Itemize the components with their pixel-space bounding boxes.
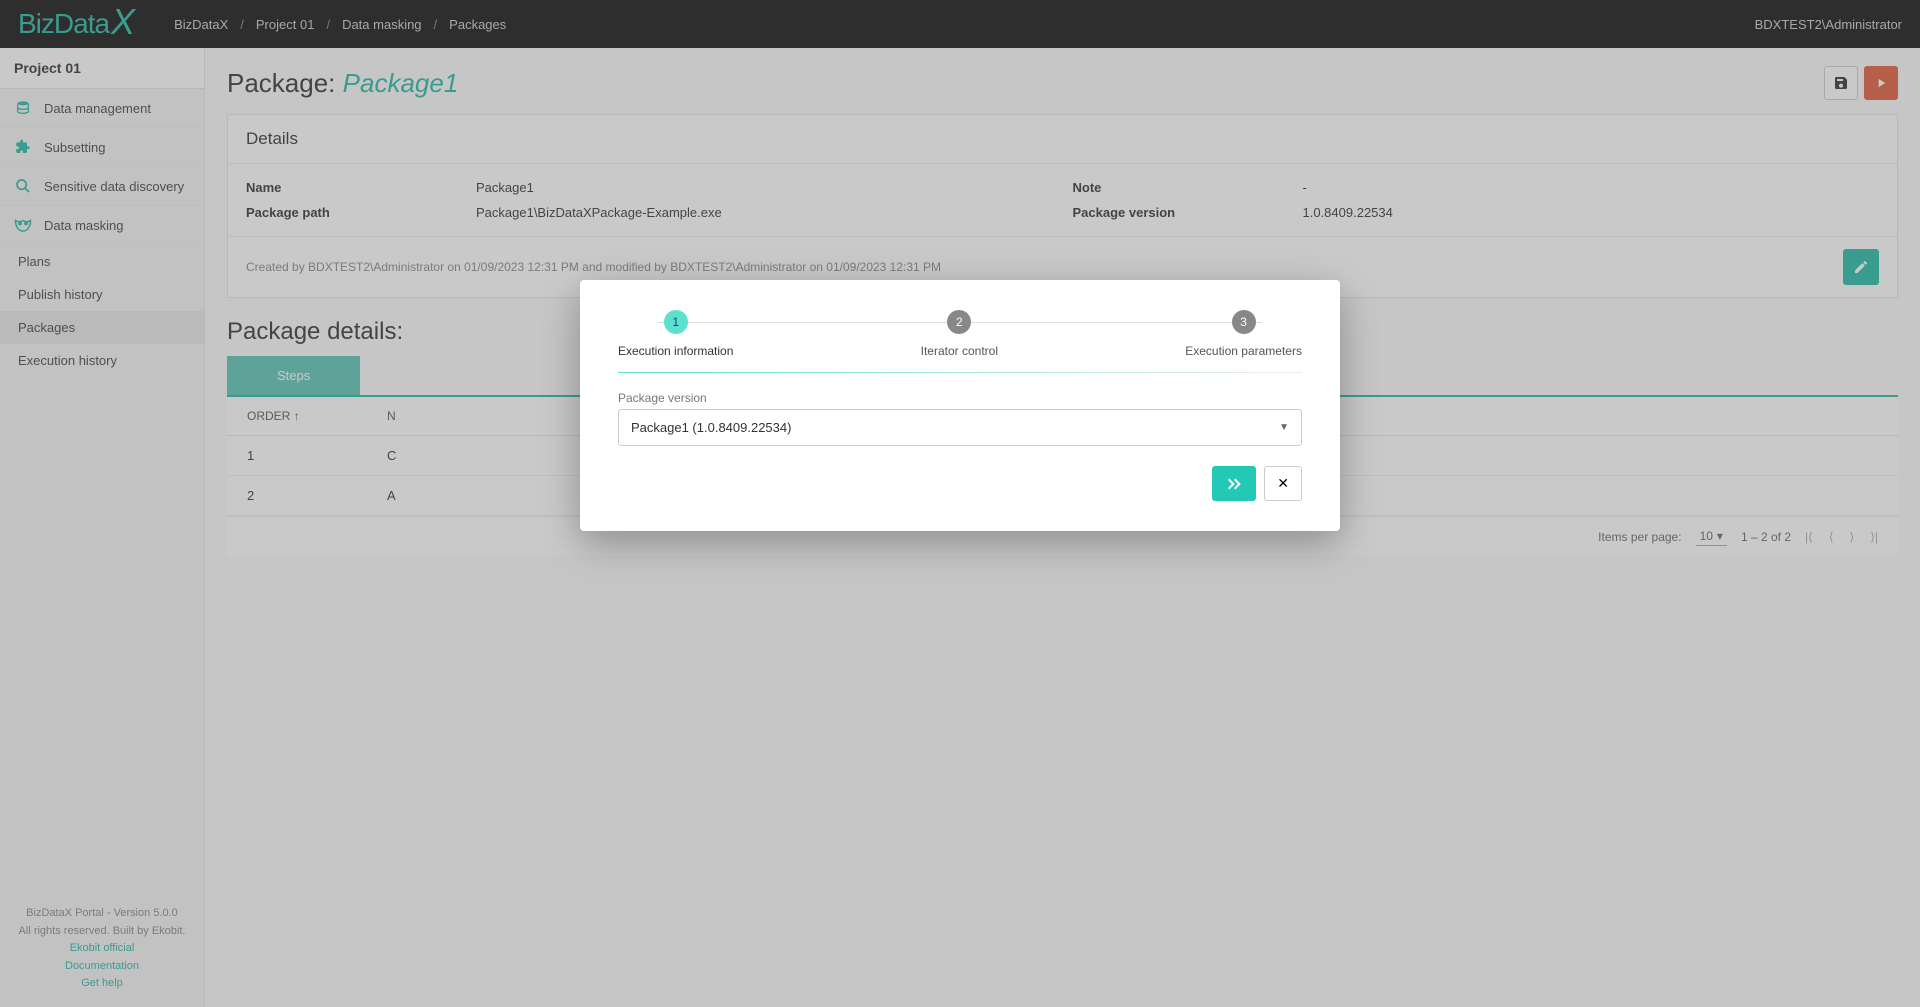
chevron-down-icon: ▼: [1279, 422, 1289, 433]
select-value: Package1 (1.0.8409.22534): [631, 420, 791, 435]
stepper: 1 Execution information 2 Iterator contr…: [618, 310, 1302, 358]
step-number: 1: [664, 310, 688, 334]
step-label: Iterator control: [921, 344, 998, 358]
step-3[interactable]: 3 Execution parameters: [1185, 310, 1302, 358]
step-label: Execution parameters: [1185, 344, 1302, 358]
package-version-label: Package version: [618, 391, 1302, 405]
close-button[interactable]: ✕: [1264, 466, 1302, 501]
step-2[interactable]: 2 Iterator control: [921, 310, 998, 358]
step-label: Execution information: [618, 344, 733, 358]
step-number: 3: [1232, 310, 1256, 334]
step-number: 2: [947, 310, 971, 334]
close-icon: ✕: [1277, 475, 1289, 491]
double-chevron-right-icon: [1226, 478, 1242, 490]
execution-modal: 1 Execution information 2 Iterator contr…: [580, 280, 1340, 531]
modal-overlay[interactable]: 1 Execution information 2 Iterator contr…: [0, 0, 1920, 1007]
next-button[interactable]: [1212, 466, 1256, 501]
step-1[interactable]: 1 Execution information: [618, 310, 733, 358]
package-version-select[interactable]: Package1 (1.0.8409.22534) ▼: [618, 409, 1302, 446]
